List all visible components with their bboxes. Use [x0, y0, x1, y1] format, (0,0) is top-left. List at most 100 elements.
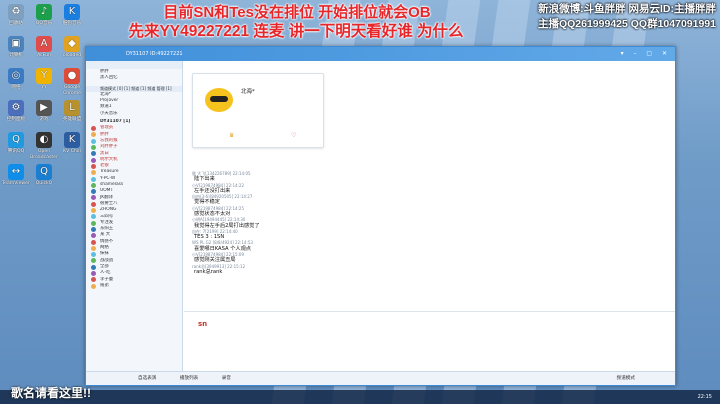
member-name: 陆弟 — [100, 282, 109, 288]
desktop-icon-10[interactable]: ▶ 游戏 — [30, 100, 58, 123]
member-avatar — [91, 271, 96, 276]
member-name: ZHONG — [100, 207, 117, 213]
main-panel: 北海* ♛ ♡ 胖 大飞[134226789] 22:14:05 陆下出来 小V[2… — [184, 61, 675, 371]
member-name: UOMT — [100, 188, 114, 194]
desktop-icon-label: oloaded — [62, 53, 82, 58]
desktop-icon-6[interactable]: ◎ 网络 — [2, 68, 30, 91]
bottom-item-1[interactable]: 播放列表 — [180, 376, 198, 381]
desktop-icon-glyph: ▶ — [36, 100, 52, 116]
member-name: 李子童 — [100, 276, 114, 282]
member-avatar — [91, 208, 96, 214]
desktop-icon-label: QuickQ — [35, 181, 53, 186]
window-controls[interactable]: ▾ – ▢ ✕ — [621, 47, 671, 61]
member-avatar — [91, 138, 96, 144]
member-name: 战战战 — [100, 257, 114, 263]
chat-message: rank总rank — [194, 268, 223, 275]
member-avatar — [91, 126, 96, 132]
subchannel-item[interactable]: 小天音乐 — [86, 111, 182, 117]
desktop-icon-14[interactable]: K KV Choi — [58, 132, 86, 155]
desktop-icon-glyph: ↔ — [8, 164, 24, 180]
desktop-icon-2[interactable]: K 酷狗音乐 — [58, 4, 86, 27]
desktop-icon-label: 回收站 — [9, 21, 23, 26]
desktop-icon-13[interactable]: ◐ Open Broadcaster — [30, 132, 58, 160]
desktop-icon-label: Google Chrome — [62, 85, 82, 96]
member-avatar — [91, 189, 96, 195]
window-title: DY31107 ID:49227221 — [126, 51, 183, 57]
desktop-icon-16[interactable]: Q QuickQ — [30, 164, 58, 187]
desktop-icon-5[interactable]: ◆ oloaded — [58, 36, 86, 59]
desktop-icon-glyph: K — [64, 4, 80, 20]
desktop-icon-label: 酷狗音乐 — [62, 21, 82, 26]
member-avatar — [91, 151, 96, 157]
desktop-icon-glyph: ◆ — [64, 36, 80, 52]
input-text[interactable]: sn — [198, 320, 207, 328]
overlay-weibo: 新浪微博:斗鱼胖胖 网易云ID:主播胖胖 — [538, 3, 716, 15]
sidebar-toolbar[interactable] — [86, 61, 182, 69]
heart-icon: ♡ — [291, 132, 297, 139]
overlay-qq: 主播QQ261999425 QQ群1047091991 — [537, 17, 716, 30]
desktop-icon-0[interactable]: ♻ 回收站 — [2, 4, 30, 27]
member-name: 忘我的猴 — [100, 137, 118, 143]
member-name: 东阳王 — [100, 226, 114, 232]
profile-card: 北海* ♛ ♡ — [192, 73, 324, 148]
member-name: shamelass — [100, 182, 124, 188]
desktop-icon-label: 控制面板 — [6, 117, 26, 122]
chat-input-area[interactable]: sn — [184, 311, 675, 371]
desktop-icon-15[interactable]: ↔ TeamViewer — [2, 164, 30, 187]
desktop-icon-label: 计算机 — [9, 53, 23, 58]
desktop-icon-12[interactable]: Q 腾讯QQ — [2, 132, 30, 155]
left-top-item-1[interactable]: 黑人回忆 — [86, 75, 182, 81]
desktop-icon-label: 游戏 — [39, 117, 49, 122]
desktop-icon-7[interactable]: Y YY — [30, 68, 58, 91]
member-avatar — [91, 201, 96, 207]
channel-sidebar: 胖胖 黑人回忆 频道模式 [0] [1] 频道 [1] 频道 管理 [1] 北海… — [86, 61, 183, 371]
desktop-icon-glyph: ⚙ — [8, 100, 24, 116]
member-name: 管理员 — [100, 125, 114, 131]
bottom-item-0[interactable]: 自选表演 — [138, 376, 156, 381]
member-avatar — [91, 226, 96, 232]
member-avatar — [91, 233, 96, 239]
desktop-icon-glyph: ▣ — [8, 36, 24, 52]
desktop-icon-label: KV Choi — [63, 149, 81, 154]
member-avatar — [91, 145, 96, 151]
member-name: JK翻译 — [100, 194, 113, 200]
member-name: 全部 — [100, 263, 109, 269]
member-avatar — [91, 195, 96, 201]
desktop-icon-4[interactable]: A AcFun — [30, 36, 58, 59]
member-avatar — [91, 277, 96, 283]
desktop-icon-glyph: A — [36, 36, 52, 52]
member-name: 网络 — [100, 245, 109, 251]
member-avatar — [91, 264, 96, 270]
desktop-icon-1[interactable]: ♪ QQ音乐 — [30, 4, 58, 27]
member-avatar — [91, 214, 96, 220]
bottom-right-mode[interactable]: 频道模式 — [617, 372, 635, 386]
desktop-icon-9[interactable]: ⚙ 控制面板 — [2, 100, 30, 123]
desktop-icon-glyph: Q — [36, 164, 52, 180]
bottom-item-2[interactable]: 录音 — [222, 376, 231, 381]
member-name: 抹抹 — [100, 251, 109, 257]
member-name: 情感不 — [100, 238, 114, 244]
member-item[interactable]: 陆弟 — [86, 283, 182, 289]
desktop-icon-8[interactable]: ● Google Chrome — [58, 68, 86, 96]
desktop-icon-3[interactable]: ▣ 计算机 — [2, 36, 30, 59]
desktop-icon-label: TeamViewer — [2, 181, 30, 186]
desktop-icon-11[interactable]: L 英雄联盟 — [58, 100, 86, 123]
member-avatar — [91, 258, 96, 264]
window-titlebar[interactable]: DY31107 ID:49227221 ▾ – ▢ ✕ — [86, 47, 675, 61]
member-name: 很要士八 — [100, 200, 118, 206]
desktop-icon-label: QQ音乐 — [35, 21, 53, 26]
member-avatar — [91, 252, 96, 258]
desktop-icon-glyph: Q — [8, 132, 24, 148]
member-avatar — [91, 245, 96, 251]
member-name: 明尔大机 — [100, 156, 118, 162]
desktop-icon-label: 网络 — [11, 85, 21, 90]
yy-client-window[interactable]: DY31107 ID:49227221 ▾ – ▢ ✕ 胖胖 黑人回忆 频道模式… — [85, 46, 676, 386]
member-name: 专注发 — [100, 219, 114, 225]
member-avatar — [91, 239, 96, 245]
desktop-icon-glyph: K — [64, 132, 80, 148]
window-bottom-bar: 自选表演 播放列表 录音 频道模式 — [86, 371, 675, 385]
member-name: 老狼 — [100, 163, 109, 169]
member-avatar — [91, 157, 96, 163]
member-name: 胖胖 — [100, 131, 109, 137]
member-name: 三四号 — [100, 213, 114, 219]
